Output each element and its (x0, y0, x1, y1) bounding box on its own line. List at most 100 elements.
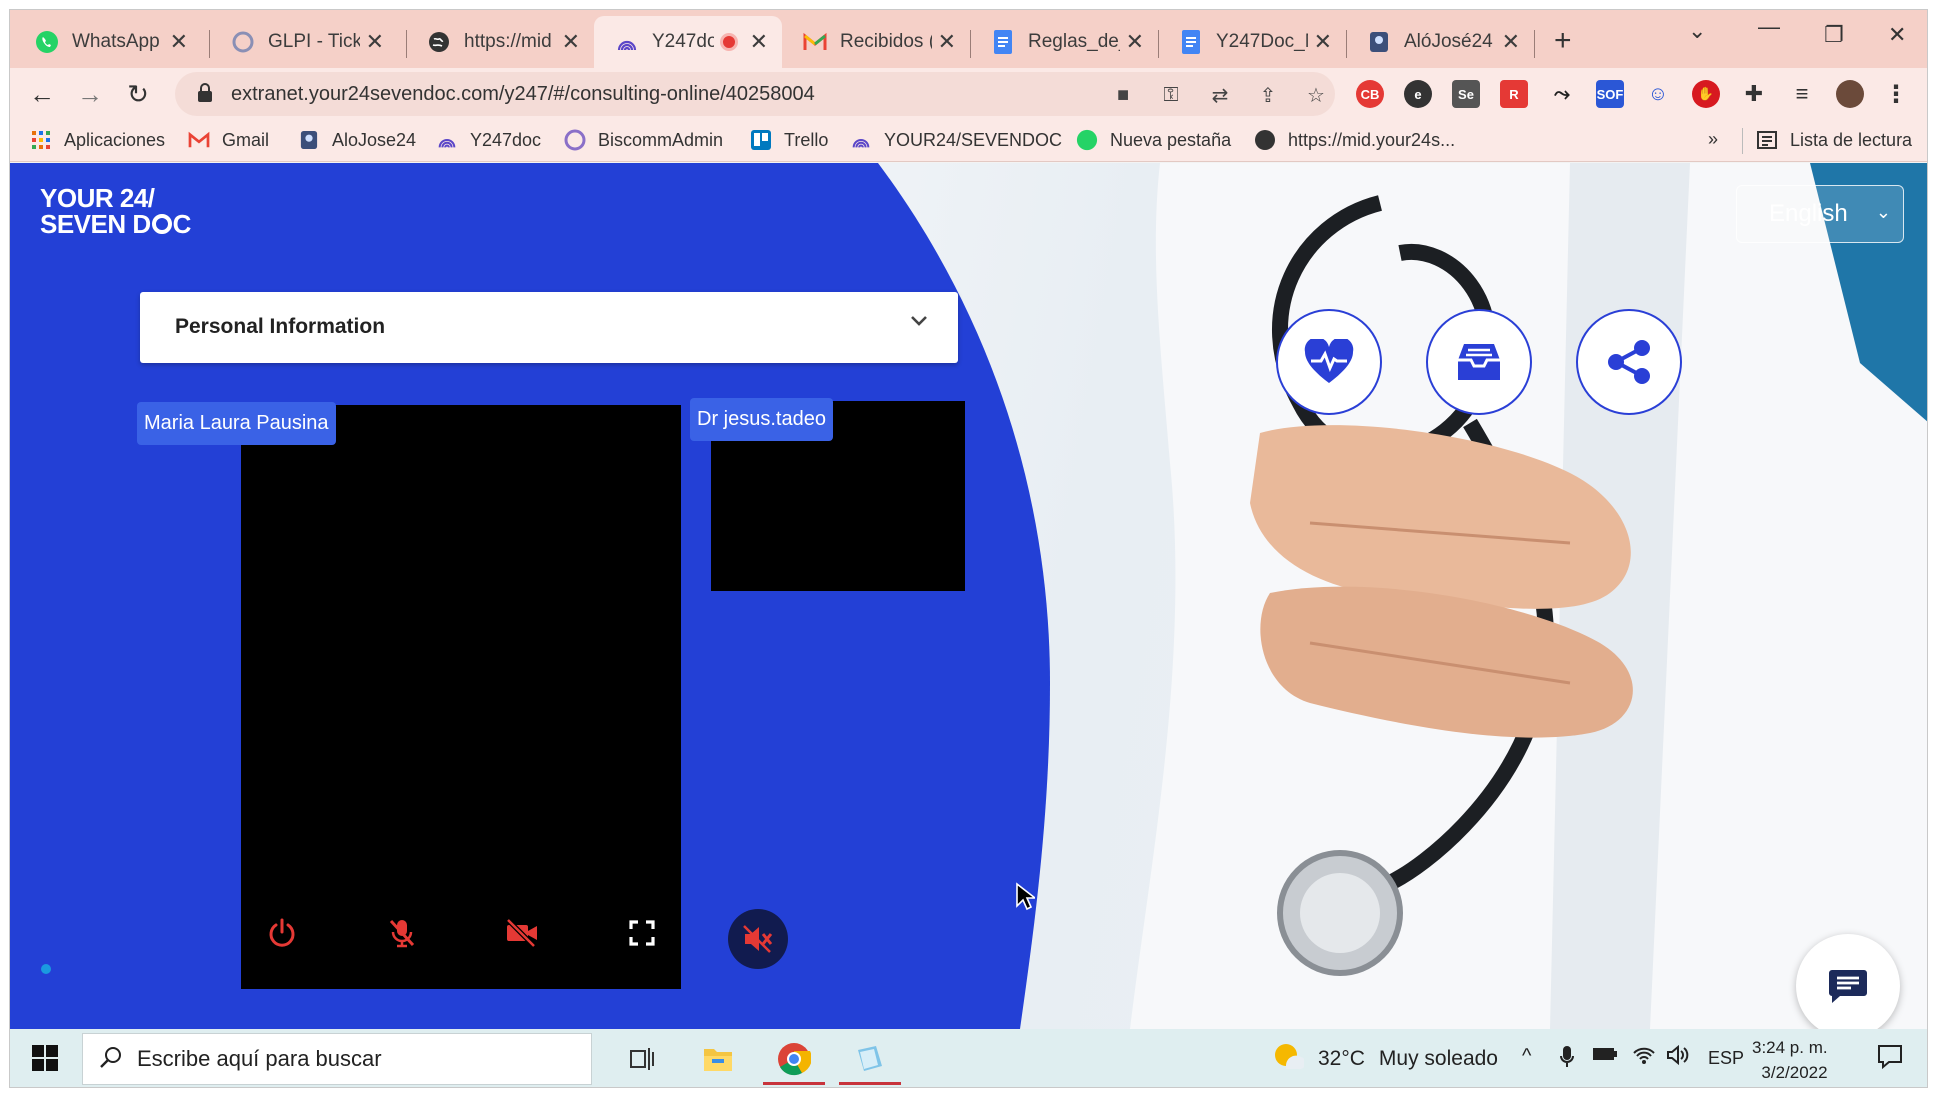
bookmark-nueva-pestana[interactable]: Nueva pestaña (1076, 129, 1231, 151)
tab-alojose[interactable]: AlóJosé24 ✕ (1346, 16, 1534, 68)
new-tab-button[interactable]: + (1554, 24, 1572, 58)
browser-window: WhatsApp ✕ GLPI - Ticke ✕ https://mid ✕ … (9, 9, 1928, 1088)
camera-off-button[interactable] (502, 913, 542, 953)
chat-button[interactable] (1796, 934, 1900, 1029)
adblock-extension-icon[interactable]: ✋ (1692, 80, 1720, 108)
bookmark-label: Y247doc (470, 129, 542, 150)
battery-icon[interactable] (1592, 1045, 1618, 1069)
gmail-icon (802, 29, 828, 55)
weather-text: Muy soleado (1378, 1047, 1498, 1070)
e-extension-icon[interactable]: e (1404, 80, 1432, 108)
microphone-icon[interactable] (1560, 1045, 1574, 1075)
bookmark-trello[interactable]: Trello (750, 129, 828, 151)
back-button[interactable]: ← (24, 76, 60, 112)
bookmark-your24sevendoc[interactable]: YOUR24/SEVENDOC (850, 129, 1062, 151)
end-call-button[interactable] (262, 913, 302, 953)
close-tab-icon[interactable]: ✕ (750, 29, 768, 55)
r-extension-icon[interactable]: R (1500, 80, 1528, 108)
profile-avatar[interactable] (1836, 80, 1864, 108)
power-icon (269, 918, 295, 947)
translate-icon[interactable]: ⇄ (1207, 82, 1233, 108)
screen: WhatsApp ✕ GLPI - Ticke ✕ https://mid ✕ … (0, 0, 1937, 1097)
system-clock[interactable]: 3:24 p. m. 3/2/2022 (1752, 1035, 1828, 1085)
taskbar-search-box[interactable]: Escribe aquí para buscar (82, 1033, 592, 1085)
extensions-puzzle-icon[interactable]: ✚ (1740, 80, 1768, 108)
fullscreen-icon (629, 920, 655, 946)
task-view-button[interactable] (607, 1033, 677, 1085)
tab-reglas[interactable]: Reglas_de_ ✕ (970, 16, 1158, 68)
bookmark-apps[interactable]: Aplicaciones (30, 129, 165, 151)
notification-center-icon[interactable] (1877, 1043, 1903, 1075)
reload-button[interactable]: ↻ (120, 76, 156, 112)
glpi-icon (230, 29, 256, 55)
key-icon[interactable]: ⚿ (1158, 82, 1184, 108)
tab-gmail[interactable]: Recibidos ( ✕ (782, 16, 970, 68)
bookmark-alojose24[interactable]: AloJose24 (298, 129, 416, 151)
close-tab-icon[interactable]: ✕ (1126, 29, 1144, 55)
close-tab-icon[interactable]: ✕ (366, 29, 384, 55)
show-hidden-icons-button[interactable]: ^ (1522, 1045, 1531, 1068)
sof-extension-icon[interactable]: SOF (1596, 80, 1624, 108)
bookmark-mid[interactable]: https://mid.your24s... (1254, 129, 1455, 151)
forward-button[interactable]: → (72, 76, 108, 112)
tab-search-icon[interactable]: ⌄ (1688, 18, 1706, 44)
bookmark-label: AloJose24 (332, 129, 417, 150)
tab-y247doc-active[interactable]: Y247do ✕ (594, 16, 782, 68)
mic-off-button[interactable] (382, 913, 422, 953)
language-select[interactable]: English ⌄ (1736, 185, 1904, 243)
chrome-taskbar-button[interactable] (759, 1033, 829, 1085)
video-off-icon (506, 918, 537, 948)
close-window-button[interactable]: ✕ (1888, 22, 1906, 48)
wifi-icon[interactable] (1632, 1045, 1656, 1071)
minimize-button[interactable]: — (1758, 14, 1780, 40)
tab-title: Y247Doc_M (1216, 31, 1308, 52)
windows-logo-icon (32, 1045, 58, 1071)
share-icon[interactable]: ⇪ (1255, 82, 1281, 108)
records-archive-button[interactable] (1426, 309, 1532, 415)
menu-kebab-icon[interactable]: ⋮ (1882, 80, 1910, 108)
cb-extension-icon[interactable]: CB (1356, 80, 1384, 108)
restore-button[interactable]: ❐ (1824, 22, 1844, 48)
fullscreen-button[interactable] (622, 913, 662, 953)
tab-whatsapp[interactable]: WhatsApp ✕ (14, 16, 202, 68)
bookmark-star-icon[interactable]: ☆ (1303, 82, 1329, 108)
close-tab-icon[interactable]: ✕ (938, 29, 956, 55)
share-button[interactable] (1576, 309, 1682, 415)
more-bookmarks-button[interactable]: » (1708, 129, 1718, 150)
input-language-indicator[interactable]: ESP (1708, 1048, 1744, 1069)
tab-y247doc-m[interactable]: Y247Doc_M ✕ (1158, 16, 1346, 68)
bookmark-label: Aplicaciones (64, 129, 166, 150)
close-tab-icon[interactable]: ✕ (170, 29, 188, 55)
tab-mid[interactable]: https://mid ✕ (406, 16, 594, 68)
tab-glpi[interactable]: GLPI - Ticke ✕ (210, 16, 398, 68)
reading-list-button[interactable]: Lista de lectura (1756, 129, 1912, 151)
bookmarks-bar: Aplicaciones Gmail AloJose24 Y247doc Bis… (10, 120, 1927, 162)
search-icon (99, 1045, 123, 1074)
alojose-icon (1366, 29, 1392, 55)
file-explorer-button[interactable] (683, 1033, 753, 1085)
close-tab-icon[interactable]: ✕ (562, 29, 580, 55)
status-dot (41, 964, 51, 974)
chrome-icon (778, 1043, 811, 1076)
notepad-taskbar-button[interactable] (835, 1033, 905, 1085)
media-queue-icon[interactable]: ≡ (1788, 80, 1816, 108)
volume-icon[interactable] (1666, 1044, 1690, 1071)
personal-information-accordion[interactable]: Personal Information (140, 292, 958, 363)
weather-widget[interactable]: 32°C Muy soleado (1272, 1041, 1498, 1077)
address-bar[interactable]: extranet.your24sevendoc.com/y247/#/consu… (175, 72, 1335, 116)
search-placeholder: Escribe aquí para buscar (137, 1046, 382, 1071)
bookmark-label: YOUR24/SEVENDOC (884, 129, 1063, 150)
close-tab-icon[interactable]: ✕ (1502, 29, 1520, 55)
se-extension-icon[interactable]: Se (1452, 80, 1480, 108)
bookmark-biscommadmin[interactable]: BiscommAdmin (564, 129, 723, 151)
speaker-mute-button[interactable] (728, 909, 788, 969)
windows-start-button[interactable] (32, 1045, 58, 1076)
bookmark-gmail[interactable]: Gmail (188, 129, 269, 151)
vital-signs-button[interactable] (1276, 309, 1382, 415)
chevron-down-icon: ⌄ (1875, 202, 1891, 222)
send-extension-icon[interactable]: ⤳ (1548, 80, 1576, 108)
c-extension-icon[interactable]: ☺ (1644, 80, 1672, 108)
close-tab-icon[interactable]: ✕ (1314, 29, 1332, 55)
camera-icon[interactable]: ■ (1110, 82, 1136, 108)
bookmark-y247doc[interactable]: Y247doc (436, 129, 541, 151)
